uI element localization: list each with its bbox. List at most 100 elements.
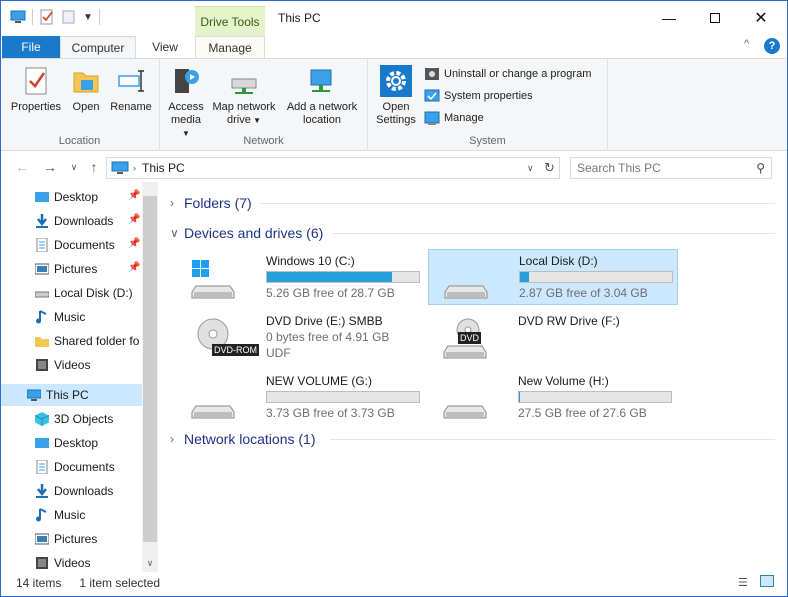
sidebar-item-shared-folder[interactable]: Shared folder fo [0,330,142,352]
sidebar-item-downloads[interactable]: Downloads [0,480,142,502]
close-button[interactable]: ✕ [738,8,784,28]
recent-locations-button[interactable]: ∨ [66,159,82,175]
forward-button[interactable]: → [42,159,58,175]
access-media-button[interactable]: Access media ▼ [166,65,206,140]
drive-h[interactable]: New Volume (H:) 27.5 GB free of 27.6 GB [428,370,678,426]
network-group-header[interactable]: › Network locations (1) [170,428,316,450]
sidebar-item-pictures[interactable]: Pictures [0,528,142,550]
folders-header-label: Folders (7) [184,195,252,211]
pin-icon: 📌 [128,262,141,273]
hard-drive-icon [443,405,487,419]
drive-d[interactable]: Local Disk (D:) 2.87 GB free of 3.04 GB [428,249,678,305]
map-network-drive-button[interactable]: Map network drive ▼ [208,65,280,127]
scroll-up-icon[interactable] [142,182,158,196]
maximize-icon [710,13,720,23]
dvd-rom-badge: DVD-ROM [212,344,259,356]
drive-c[interactable]: Windows 10 (C:) 5.26 GB free of 28.7 GB [176,250,426,306]
scroll-thumb[interactable] [143,196,157,542]
tab-file[interactable]: File [2,36,60,58]
sidebar-item-label: Videos [54,358,91,372]
back-button[interactable]: ← [14,159,30,175]
search-box[interactable]: Search This PC ⚲ [570,157,772,179]
sidebar-item-pictures[interactable]: Pictures 📌 [0,258,142,280]
ribbon: Properties Open Rename Location Access m… [0,58,788,151]
rename-label: Rename [110,101,152,113]
search-input[interactable]: Search This PC [577,161,661,175]
manage-label: Manage [444,112,484,124]
sidebar-item-documents[interactable]: Documents 📌 [0,234,142,256]
maximize-button[interactable] [692,8,738,28]
sidebar-item-desktop[interactable]: Desktop 📌 [0,186,142,208]
drive-name: New Volume (H:) [518,374,609,388]
uninstall-program-button[interactable]: Uninstall or change a program [424,65,591,83]
collapse-ribbon-icon[interactable]: ^ [744,38,749,50]
manage-icon [424,111,440,125]
sidebar-item-videos[interactable]: Videos [0,552,142,574]
content-pane: › Folders (7) ∨ Devices and drives (6) W… [160,182,780,572]
sidebar-item-3d-objects[interactable]: 3D Objects [0,408,142,430]
sidebar-item-this-pc[interactable]: This PC [0,384,142,406]
close-icon: ✕ [754,10,768,27]
sidebar-item-desktop[interactable]: Desktop [0,432,142,454]
address-dropdown-icon[interactable]: ∨ [527,163,534,174]
open-settings-button[interactable]: Open Settings [374,65,418,127]
drive-e[interactable]: DVD-ROM DVD Drive (E:) SMBB 0 bytes free… [176,310,426,366]
3d-objects-icon [35,412,49,426]
tab-view[interactable]: View [140,36,190,58]
window-title: This PC [278,11,321,25]
drive-g[interactable]: NEW VOLUME (G:) 3.73 GB free of 3.73 GB [176,370,426,426]
sidebar-item-music[interactable]: Music [0,306,142,328]
this-pc-icon[interactable] [10,9,26,25]
access-media-label-2: media [171,114,201,126]
minimize-button[interactable]: — [646,8,692,28]
drive-free-space: 3.73 GB free of 3.73 GB [266,406,395,420]
drive-name: DVD Drive (E:) SMBB [266,314,383,328]
new-folder-icon[interactable] [61,9,77,25]
scroll-down-icon[interactable]: ∨ [142,556,158,570]
large-icons-view-icon[interactable] [760,575,774,587]
network-drive-icon [231,78,257,94]
system-properties-button[interactable]: System properties [424,87,533,105]
drive-usage-bar [518,391,672,403]
sidebar-item-music[interactable]: Music [0,504,142,526]
folders-group-header[interactable]: › Folders (7) [170,192,252,214]
hard-drive-icon [444,285,488,299]
open-settings-label-2: Settings [376,114,416,126]
back-arrow-icon: ← [15,159,29,175]
folder-icon [35,337,49,347]
drive-free-space: 27.5 GB free of 27.6 GB [518,406,647,420]
drive-usage-bar [519,271,673,283]
up-button[interactable]: ↑ [86,159,102,175]
map-drive-label-2: drive [227,114,251,126]
manage-button[interactable]: Manage [424,109,484,127]
dropdown-arrow-icon: ▼ [250,116,261,125]
tab-manage[interactable]: Manage [195,36,265,58]
address-bar[interactable]: › This PC ∨ ↻ [106,157,560,179]
sidebar-item-downloads[interactable]: Downloads 📌 [0,210,142,232]
drive-free-space: 5.26 GB free of 28.7 GB [266,286,395,300]
sidebar-item-documents[interactable]: Documents [0,456,142,478]
tab-computer[interactable]: Computer [60,36,136,58]
chevron-right-icon: › [170,432,174,446]
properties-button[interactable]: Properties [8,65,64,114]
customize-toolbar-icon[interactable]: ▼ [83,12,93,23]
properties-icon [25,67,47,95]
pin-icon: 📌 [128,238,141,249]
add-network-location-button[interactable]: Add a network location [282,65,362,127]
details-view-icon[interactable]: ☰ [738,576,748,589]
sidebar-item-local-disk-d[interactable]: Local Disk (D:) [0,282,142,304]
sidebar-scrollbar[interactable]: ∨ [142,182,158,572]
help-icon[interactable]: ? [764,38,780,54]
open-button[interactable]: Open [66,65,106,114]
downloads-icon [36,214,48,228]
settings-gear-icon [380,65,412,97]
up-arrow-icon: ↑ [90,159,98,175]
devices-group-header[interactable]: ∨ Devices and drives (6) [170,222,323,244]
rename-button[interactable]: Rename [106,65,156,114]
refresh-icon[interactable]: ↻ [544,160,555,176]
drive-f[interactable]: DVD DVD RW Drive (F:) [428,310,678,366]
dvd-badge: DVD [458,332,482,344]
system-properties-label: System properties [444,90,533,102]
sidebar-item-videos[interactable]: Videos [0,354,142,376]
properties-icon[interactable] [39,9,55,25]
